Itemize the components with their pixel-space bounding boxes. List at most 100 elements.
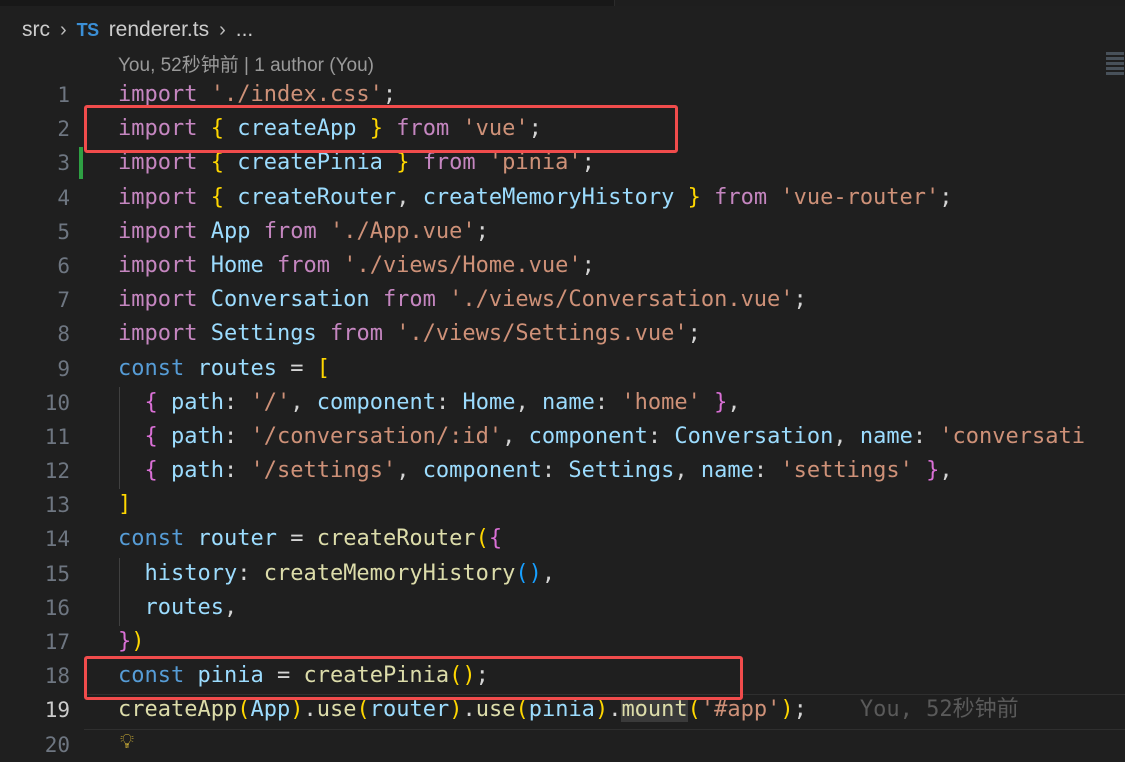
code-line[interactable]: 16 routes, xyxy=(0,591,1125,625)
code-text[interactable]: import Settings from './views/Settings.v… xyxy=(118,317,701,351)
code-line[interactable]: 20 xyxy=(0,728,1125,762)
code-token: path xyxy=(171,389,224,415)
code-line[interactable]: 8 import Settings from './views/Settings.… xyxy=(0,317,1125,351)
code-token: createPinia xyxy=(237,150,383,176)
code-text[interactable]: const router = createRouter({ xyxy=(118,522,502,556)
code-token: ; xyxy=(793,697,807,723)
code-text[interactable]: import { createRouter, createMemoryHisto… xyxy=(118,181,953,215)
code-line[interactable]: 14 const router = createRouter({ xyxy=(0,522,1125,556)
code-line[interactable]: 17}) xyxy=(0,625,1125,659)
code-token: 'settings' xyxy=(780,458,913,484)
git-added-indicator xyxy=(79,147,83,179)
code-line[interactable]: 11 { path: '/conversation/:id', componen… xyxy=(0,420,1125,454)
code-text[interactable]: { path: '/', component: Home, name: 'hom… xyxy=(118,386,741,420)
code-token: () xyxy=(515,560,542,586)
code-line[interactable]: 9 const routes = [ xyxy=(0,352,1125,386)
lightbulb-icon[interactable]: 💡︎ xyxy=(120,731,134,754)
code-token: path xyxy=(171,423,224,449)
code-token: component xyxy=(528,423,648,449)
code-text[interactable]: import App from './App.vue'; xyxy=(118,215,489,249)
breadcrumb-file[interactable]: renderer.ts xyxy=(109,18,209,42)
code-token: from xyxy=(276,252,330,278)
line-number: 15 xyxy=(44,561,70,586)
code-line[interactable]: 15 history: createMemoryHistory(), xyxy=(0,557,1125,591)
code-token: { xyxy=(210,184,224,210)
breadcrumb-more[interactable]: ... xyxy=(236,18,254,42)
code-token: Settings xyxy=(210,321,317,347)
code-text[interactable]: }) xyxy=(118,625,145,659)
indent-guide xyxy=(119,387,120,489)
code-token: createRouter xyxy=(316,526,476,552)
line-number: 3 xyxy=(57,151,70,176)
code-text[interactable]: ] xyxy=(118,488,131,522)
code-token: use xyxy=(475,697,516,723)
code-text[interactable]: routes, xyxy=(118,591,238,625)
code-line[interactable]: 5 import App from './App.vue'; xyxy=(0,215,1125,249)
code-text[interactable]: import Home from './views/Home.vue'; xyxy=(118,249,595,283)
tab-strip xyxy=(0,0,1125,6)
line-number: 10 xyxy=(44,390,70,415)
code-token: from xyxy=(714,184,768,210)
code-token: } xyxy=(926,458,940,484)
code-token: { xyxy=(210,150,224,176)
code-token: component xyxy=(422,458,542,484)
code-line[interactable]: 7 import Conversation from './views/Conve… xyxy=(0,283,1125,317)
breadcrumb: src › TS renderer.ts › ... xyxy=(22,14,253,46)
code-token: 'vue-router' xyxy=(780,184,940,210)
code-token: './views/Conversation.vue' xyxy=(449,287,794,313)
code-token: , xyxy=(223,594,238,620)
code-token: import xyxy=(118,150,198,176)
code-token: { xyxy=(144,389,158,415)
code-token: router xyxy=(369,697,450,723)
code-text[interactable]: const routes = [ xyxy=(118,352,330,386)
code-line[interactable]: 6 import Home from './views/Home.vue'; xyxy=(0,249,1125,283)
code-token: ] xyxy=(118,492,132,518)
code-token: Conversation xyxy=(210,287,370,313)
code-token: use xyxy=(316,697,357,723)
code-token: path xyxy=(171,458,224,484)
code-token: Home xyxy=(210,252,264,278)
code-token: } xyxy=(396,150,410,176)
code-token: , xyxy=(674,458,701,484)
code-text[interactable]: history: createMemoryHistory(), xyxy=(118,557,556,591)
code-token: You, 52秒钟前 xyxy=(859,697,1019,723)
code-token: history xyxy=(144,560,238,586)
code-token: App xyxy=(250,697,291,723)
code-token: ( xyxy=(687,697,701,723)
code-line[interactable]: 10 { path: '/', component: Home, name: '… xyxy=(0,386,1125,420)
code-text[interactable]: { path: '/conversation/:id', component: … xyxy=(118,420,1086,454)
code-token: , xyxy=(541,560,556,586)
code-token: name xyxy=(541,389,595,415)
code-token: createApp xyxy=(118,697,238,723)
line-number: 12 xyxy=(44,459,70,484)
code-line[interactable]: 12 { path: '/settings', component: Setti… xyxy=(0,454,1125,488)
code-text[interactable]: import Conversation from './views/Conver… xyxy=(118,283,807,317)
code-token: : xyxy=(223,389,251,415)
line-number: 2 xyxy=(57,117,70,142)
code-token: './views/Home.vue' xyxy=(343,252,582,278)
code-token: } xyxy=(687,184,701,210)
code-text[interactable]: { path: '/settings', component: Settings… xyxy=(118,454,953,488)
code-token: ; xyxy=(793,287,807,313)
code-token: import xyxy=(118,321,198,347)
code-line[interactable]: 13] xyxy=(0,488,1125,522)
code-token: , xyxy=(833,423,860,449)
code-line[interactable]: 4 import { createRouter, createMemoryHist… xyxy=(0,181,1125,215)
code-token: './index.css' xyxy=(210,82,383,107)
code-token: '/conversation/:id' xyxy=(250,423,503,449)
line-number: 6 xyxy=(57,253,70,278)
line-number: 11 xyxy=(44,424,70,449)
code-token: name xyxy=(859,423,913,449)
breadcrumb-folder[interactable]: src xyxy=(22,18,50,42)
git-blame-codelens[interactable]: You, 52秒钟前 | 1 author (You) xyxy=(118,50,374,78)
code-token: ) xyxy=(780,697,794,723)
code-token: : xyxy=(647,423,675,449)
